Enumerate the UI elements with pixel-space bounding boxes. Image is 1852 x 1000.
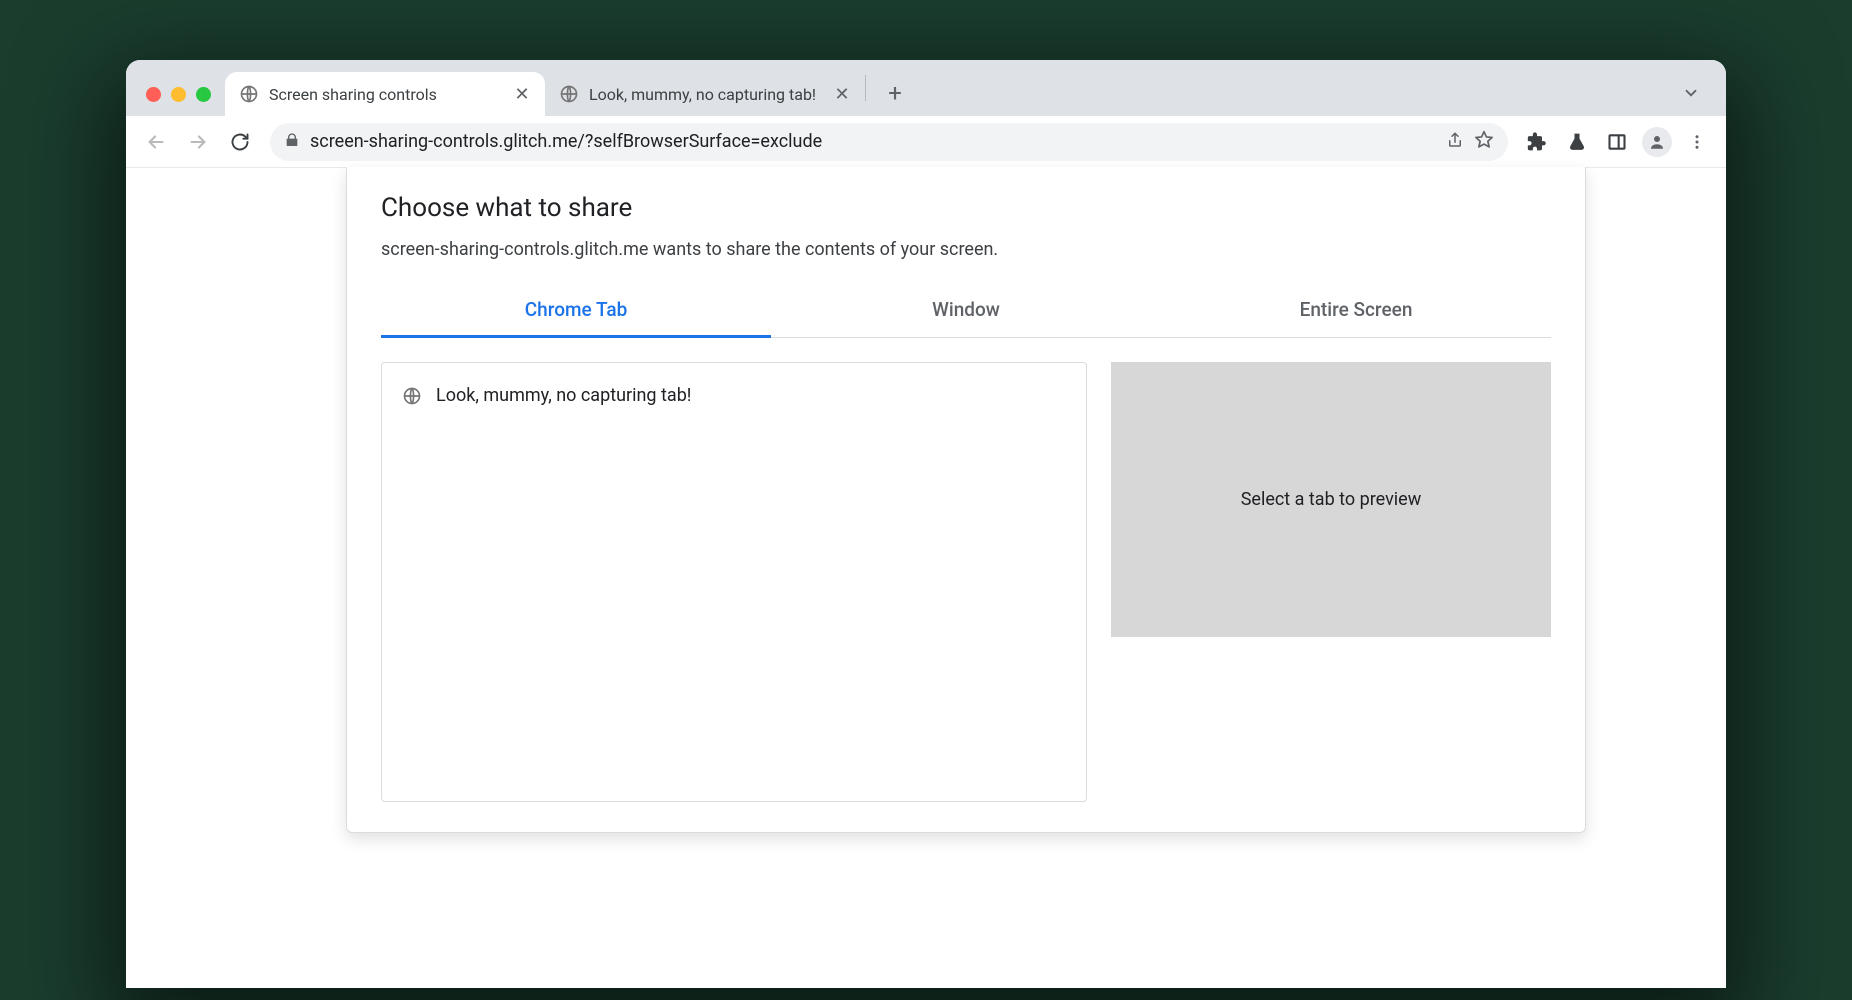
globe-icon — [402, 386, 422, 406]
tab-title: Screen sharing controls — [269, 85, 503, 104]
extensions-icon[interactable] — [1520, 125, 1554, 159]
tab-overflow-button[interactable] — [1674, 84, 1718, 116]
picker-tab-list-item-title: Look, mummy, no capturing tab! — [436, 385, 691, 406]
maximize-window-button[interactable] — [196, 87, 211, 102]
picker-title: Choose what to share — [381, 193, 1551, 223]
forward-button[interactable] — [180, 124, 216, 160]
toolbar: screen-sharing-controls.glitch.me/?selfB… — [126, 116, 1726, 168]
sidepanel-icon[interactable] — [1600, 125, 1634, 159]
screen-share-picker: Choose what to share screen-sharing-cont… — [346, 167, 1586, 833]
tab-title: Look, mummy, no capturing tab! — [589, 85, 823, 104]
kebab-menu-icon[interactable] — [1680, 125, 1714, 159]
new-tab-button[interactable]: + — [878, 76, 912, 110]
labs-icon[interactable] — [1560, 125, 1594, 159]
bookmark-star-icon[interactable] — [1474, 130, 1494, 154]
picker-tab-list: Look, mummy, no capturing tab! — [381, 362, 1087, 802]
picker-tabs: Chrome Tab Window Entire Screen — [381, 286, 1551, 338]
share-icon[interactable] — [1446, 131, 1464, 153]
picker-preview-placeholder: Select a tab to preview — [1111, 362, 1551, 637]
address-bar[interactable]: screen-sharing-controls.glitch.me/?selfB… — [270, 123, 1508, 161]
tab-strip: Screen sharing controls ✕ Look, mummy, n… — [126, 60, 1726, 116]
picker-tab-window[interactable]: Window — [771, 286, 1161, 337]
picker-tab-entire-screen[interactable]: Entire Screen — [1161, 286, 1551, 337]
lock-icon — [284, 132, 300, 152]
window-controls — [144, 87, 225, 116]
globe-icon — [559, 84, 579, 104]
url-text: screen-sharing-controls.glitch.me/?selfB… — [310, 131, 1436, 152]
reload-button[interactable] — [222, 124, 258, 160]
picker-body: Look, mummy, no capturing tab! Select a … — [381, 362, 1551, 802]
tab-divider — [865, 75, 866, 101]
page-content: Choose what to share screen-sharing-cont… — [126, 168, 1726, 988]
browser-window: Screen sharing controls ✕ Look, mummy, n… — [126, 60, 1726, 988]
back-button[interactable] — [138, 124, 174, 160]
profile-avatar[interactable] — [1640, 125, 1674, 159]
picker-tab-chrome-tab[interactable]: Chrome Tab — [381, 286, 771, 338]
close-window-button[interactable] — [146, 87, 161, 102]
picker-subtitle: screen-sharing-controls.glitch.me wants … — [381, 239, 1551, 260]
minimize-window-button[interactable] — [171, 87, 186, 102]
browser-tab-active[interactable]: Screen sharing controls ✕ — [225, 72, 545, 116]
close-tab-icon[interactable]: ✕ — [513, 85, 531, 103]
picker-tab-list-item[interactable]: Look, mummy, no capturing tab! — [382, 377, 1086, 414]
globe-icon — [239, 84, 259, 104]
browser-tab[interactable]: Look, mummy, no capturing tab! ✕ — [545, 72, 865, 116]
close-tab-icon[interactable]: ✕ — [833, 85, 851, 103]
preview-placeholder-text: Select a tab to preview — [1241, 489, 1422, 510]
